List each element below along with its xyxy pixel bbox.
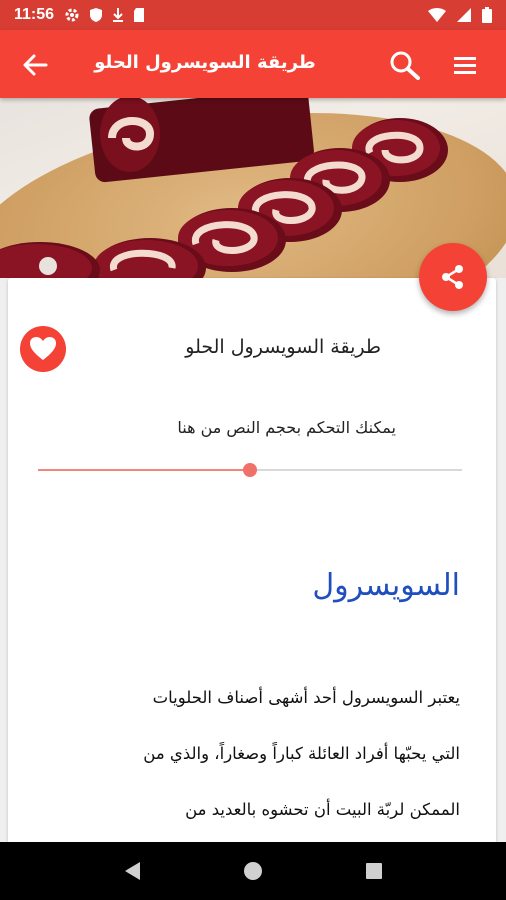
gear-icon [65, 8, 79, 22]
paragraph-line: التي يحبّها أفراد العائلة كباراً وصغاراً… [143, 744, 460, 763]
recipe-card: طريقة السويسرول الحلو يمكنك التحكم بحجم … [8, 278, 496, 848]
share-icon [442, 265, 463, 289]
font-size-slider[interactable] [38, 460, 462, 480]
search-icon[interactable] [388, 50, 422, 80]
paragraph-line: يعتبر السويسرول أحد أشهى أصناف الحلويات [152, 688, 460, 707]
article-heading: السويسرول [312, 568, 460, 603]
nav-recents-icon[interactable] [364, 861, 384, 881]
font-size-slider-fill [38, 469, 250, 471]
article-paragraph: يعتبر السويسرول أحد أشهى أصناف الحلويات … [20, 670, 460, 838]
wifi-icon [428, 8, 446, 22]
status-time: 11:56 [14, 6, 55, 23]
app-bar: طريقة السويسرول الحلو [0, 30, 506, 98]
app-bar-title: طريقة السويسرول الحلو [94, 52, 316, 73]
sd-card-icon [134, 8, 145, 22]
cell-signal-icon [457, 8, 471, 22]
back-arrow-icon[interactable] [22, 52, 48, 78]
font-size-hint: يمكنك التحكم بحجم النص من هنا [177, 418, 396, 437]
font-size-slider-thumb[interactable] [243, 463, 257, 477]
heart-icon [30, 337, 56, 360]
system-nav-bar [0, 842, 506, 900]
card-title: طريقة السويسرول الحلو [185, 336, 381, 358]
menu-icon[interactable] [452, 54, 478, 76]
favorite-button[interactable] [20, 326, 66, 372]
download-icon [113, 8, 124, 22]
status-bar: 11:56 [0, 0, 506, 30]
share-button[interactable] [419, 243, 487, 311]
nav-home-icon[interactable] [242, 860, 264, 882]
shield-icon [90, 8, 103, 22]
nav-back-icon[interactable] [122, 860, 142, 882]
paragraph-line: الممكن لربّة البيت أن تحشوه بالعديد من [185, 800, 460, 819]
battery-icon [482, 7, 492, 23]
